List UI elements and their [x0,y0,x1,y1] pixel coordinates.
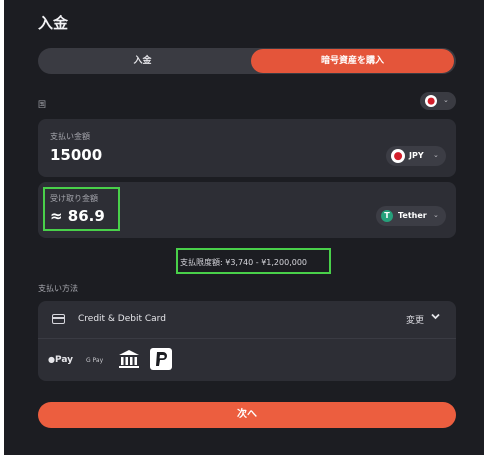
japan-flag-icon [391,149,405,163]
next-button[interactable]: 次へ [38,402,456,428]
mode-segmented-control: 入金 暗号資産を購入 [38,48,456,74]
chevron-down-icon: ⌄ [433,151,439,159]
payment-limit-text: 支払限度額: ¥3,740 - ¥1,200,000 [180,258,308,267]
tab-buy-crypto[interactable]: 暗号資産を購入 [251,49,454,73]
chevron-down-icon: ⌄ [433,211,439,219]
tether-icon: T [381,210,393,222]
pay-amount-input[interactable]: 15000 [50,146,102,164]
japan-flag-icon [425,95,437,107]
payment-method-label: 支払い方法 [38,284,78,293]
tab-deposit[interactable]: 入金 [38,48,247,74]
pay-amount-label: 支払い金額 [50,132,90,141]
paypal-icon [150,348,172,370]
crypto-name: Tether [398,211,427,220]
divider [38,338,456,339]
credit-card-icon [52,314,65,324]
selected-payment-method: Credit & Debit Card [78,314,166,324]
receive-amount-highlight [43,187,120,231]
google-pay-icon: G Pay [86,357,104,364]
currency-selector-jpy[interactable]: JPY ⌄ [386,146,446,166]
pay-amount-card: 支払い金額 15000 JPY ⌄ [38,119,456,177]
apple-pay-icon: ●Pay [48,355,74,365]
crypto-selector-tether[interactable]: T Tether ⌄ [376,206,446,226]
currency-code: JPY [409,151,424,160]
chevron-down-icon: ⌄ [443,96,449,104]
country-selector[interactable]: ⌄ [420,92,456,110]
chevron-down-icon[interactable] [430,311,441,322]
payment-method-card: Credit & Debit Card 変更 ●Pay G Pay [38,301,456,381]
deposit-panel: 入金 入金 暗号資産を購入 国 ⌄ 支払い金額 15000 JPY ⌄ 受け取り… [4,0,484,455]
bank-icon [119,350,139,368]
change-payment-method-button[interactable]: 変更 [406,313,424,326]
country-label: 国 [38,100,46,109]
page-title: 入金 [38,14,69,32]
